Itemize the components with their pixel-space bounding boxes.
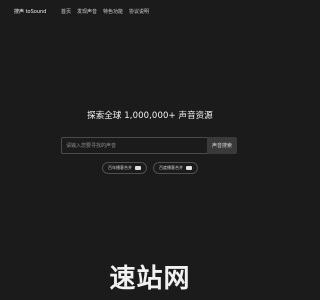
quick-action-chip[interactable]: 百度播客合并: [153, 162, 198, 174]
chip-label: 百年播客合并: [108, 165, 132, 170]
site-watermark: 速站网: [109, 264, 191, 294]
nav-link-home[interactable]: 首页: [61, 8, 71, 15]
hero-title: 探索全球 1,000,000+ 声音资源: [87, 111, 213, 121]
nav-link-discover[interactable]: 发现声音: [77, 8, 97, 15]
quick-action-chip[interactable]: 百年播客合并: [102, 162, 147, 174]
nav-link-features[interactable]: 特色功能: [103, 8, 123, 15]
search-bar: 声音搜索: [61, 137, 237, 154]
top-navigation-bar: 搜声 toSound 首页 发现声音 特色功能 协议说明: [0, 0, 300, 22]
chip-label: 百度播客合并: [159, 165, 183, 170]
brand-logo-text[interactable]: 搜声 toSound: [14, 8, 46, 15]
keyboard-icon: [186, 166, 192, 170]
nav-link-terms[interactable]: 协议说明: [129, 8, 149, 15]
quick-actions: 百年播客合并 百度播客合并: [0, 162, 300, 174]
keyboard-icon: [135, 166, 141, 170]
main-nav: 首页 发现声音 特色功能 协议说明: [61, 8, 149, 15]
search-button[interactable]: 声音搜索: [207, 137, 237, 154]
search-input[interactable]: [61, 137, 207, 154]
